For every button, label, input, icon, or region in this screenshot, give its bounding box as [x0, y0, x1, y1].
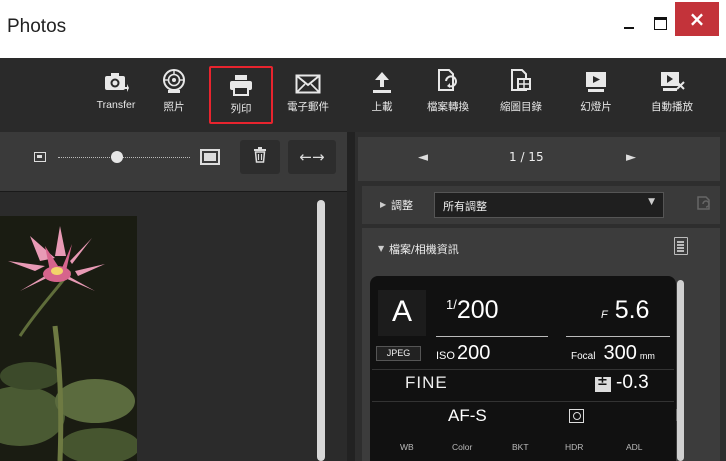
- maximize-button[interactable]: [645, 4, 675, 42]
- next-image-button[interactable]: ►: [626, 150, 636, 165]
- fit-width-button[interactable]: ←→: [288, 140, 336, 174]
- photos-button[interactable]: 照片: [142, 66, 206, 124]
- aperture: 5.6: [614, 296, 650, 324]
- camera-transfer-icon: [103, 66, 129, 94]
- exposure-mode: A: [378, 290, 426, 336]
- adjustments-selected: 所有調整: [443, 200, 487, 213]
- adjustments-dropdown[interactable]: 所有調整 ▼: [434, 192, 664, 218]
- aperture-value: F 5.6: [601, 296, 649, 325]
- toolbar-label: 照片: [163, 101, 185, 113]
- af-mode: AF-S: [448, 406, 487, 425]
- reset-icon: [695, 195, 713, 215]
- upload-button[interactable]: 上載: [350, 66, 414, 124]
- upload-icon: [371, 66, 393, 94]
- divider-line: [566, 336, 670, 337]
- email-icon: [295, 66, 321, 94]
- divider-line: [436, 336, 548, 337]
- focal-label: Focal: [571, 351, 596, 362]
- toolbar-label: 幻燈片: [580, 101, 612, 113]
- toolbar-label: 自動播放: [651, 101, 693, 113]
- panel-divider[interactable]: [347, 132, 355, 461]
- adl-label: ADL: [626, 442, 643, 452]
- zoom-out-icon[interactable]: [34, 152, 46, 162]
- image-format-badge: JPEG: [376, 346, 421, 361]
- photos-icon: [161, 66, 187, 94]
- metering-icon: [569, 409, 584, 423]
- file-convert-icon: [436, 66, 460, 94]
- title-bar: Photos ×: [0, 0, 726, 58]
- print-button[interactable]: 列印: [209, 66, 273, 124]
- photo-preview[interactable]: [0, 216, 137, 461]
- aperture-prefix: F: [601, 309, 608, 321]
- info-scroll-thumb[interactable]: [677, 280, 684, 461]
- bottom-labels: WB Color BKT HDR ADL: [372, 442, 674, 456]
- reset-adjustments-button[interactable]: [694, 196, 714, 214]
- iso-label: ISO: [436, 350, 455, 362]
- expand-adjustments-icon[interactable]: ▶: [380, 200, 386, 209]
- row-divider: [372, 401, 674, 402]
- adjustments-label[interactable]: 調整: [391, 197, 413, 213]
- image-quality: FINE: [405, 373, 448, 392]
- toolbar-label: 檔案轉換: [427, 101, 469, 113]
- focal-unit: mm: [639, 351, 655, 361]
- chevron-down-icon: ▼: [648, 197, 655, 207]
- hdr-label: HDR: [565, 442, 584, 452]
- delete-button[interactable]: [240, 140, 280, 174]
- iso: 200: [456, 342, 491, 364]
- image-counter: 1 / 15: [509, 150, 544, 164]
- bkt-label: BKT: [512, 442, 529, 452]
- transfer-button[interactable]: Transfer: [84, 66, 148, 124]
- focal-length: Focal 300 mm: [571, 342, 655, 365]
- iso-value: ISO 200: [436, 342, 490, 365]
- toolbar-label: 電子郵件: [287, 101, 329, 113]
- color-label: Color: [452, 442, 473, 452]
- viewer-scroll-thumb[interactable]: [317, 200, 325, 461]
- autoplay-icon: [659, 66, 685, 94]
- wb-label: WB: [400, 442, 414, 452]
- trash-icon: [253, 147, 267, 167]
- slideshow-icon: [584, 66, 608, 94]
- details-icon[interactable]: [674, 237, 688, 255]
- zoom-slider[interactable]: [58, 157, 190, 158]
- thumbnail-index-icon: [509, 66, 533, 94]
- thumbnail-index-button[interactable]: 縮圖目錄: [489, 66, 553, 124]
- exposure-compensation-icon: [595, 374, 611, 392]
- email-button[interactable]: 電子郵件: [276, 66, 340, 124]
- info-scrollbar[interactable]: [676, 276, 686, 461]
- toolbar: Transfer 照片 列印 電子郵件 上載 檔案轉換 縮圖目錄 幻燈片 自動播…: [0, 58, 726, 132]
- zoom-in-icon[interactable]: [200, 149, 220, 165]
- toolbar-label: 列印: [230, 103, 252, 115]
- viewer-scrollbar[interactable]: [315, 192, 327, 461]
- close-button[interactable]: ×: [675, 2, 719, 36]
- file-convert-button[interactable]: 檔案轉換: [416, 66, 480, 124]
- minimize-button[interactable]: [614, 4, 644, 42]
- collapse-file-info-icon[interactable]: ▼: [378, 244, 384, 253]
- toolbar-label: 上載: [371, 101, 393, 113]
- previous-image-button[interactable]: ◄: [418, 150, 428, 165]
- autoplay-button[interactable]: 自動播放: [640, 66, 704, 124]
- toolbar-label: Transfer: [96, 99, 136, 111]
- exposure-compensation: -0.3: [616, 372, 649, 393]
- shutter-speed: 1/200: [446, 296, 499, 324]
- slideshow-button[interactable]: 幻燈片: [564, 66, 628, 124]
- row-divider: [372, 369, 674, 370]
- file-info-label[interactable]: 檔案/相機資訊: [389, 241, 459, 257]
- focal: 300: [603, 342, 637, 364]
- toolbar-label: 縮圖目錄: [500, 101, 542, 113]
- print-icon: [229, 68, 253, 96]
- app-title: Photos: [7, 16, 67, 37]
